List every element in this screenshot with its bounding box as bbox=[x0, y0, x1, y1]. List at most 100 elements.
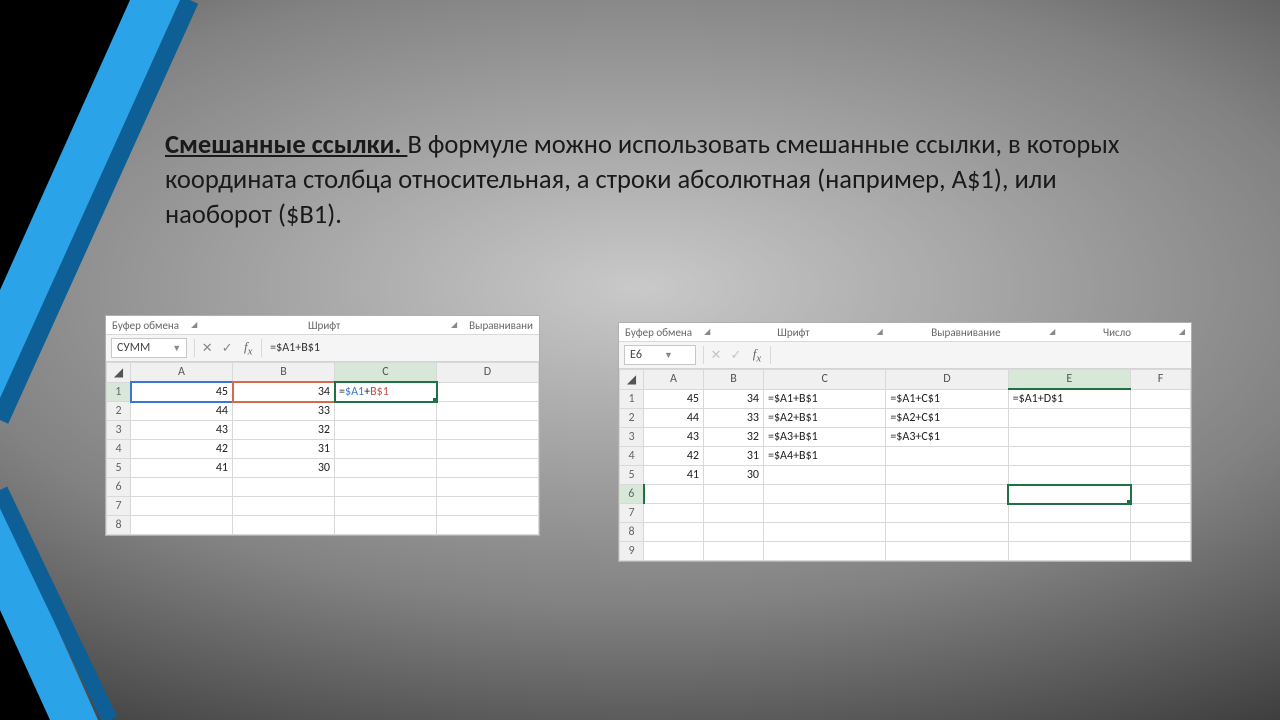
cell[interactable] bbox=[644, 485, 704, 504]
col-header-e[interactable]: E bbox=[1008, 370, 1130, 390]
cell[interactable]: =$A2+C$1 bbox=[886, 409, 1008, 428]
cell[interactable] bbox=[335, 497, 437, 516]
cell[interactable] bbox=[1008, 504, 1130, 523]
cell[interactable] bbox=[437, 478, 539, 497]
cell[interactable]: =$A1+D$1 bbox=[1008, 389, 1130, 409]
cell[interactable] bbox=[1008, 428, 1130, 447]
cell[interactable] bbox=[335, 459, 437, 478]
formula-content[interactable]: =$A1+B$1 bbox=[264, 341, 539, 355]
cell[interactable]: 43 bbox=[131, 421, 233, 440]
col-header-f[interactable]: F bbox=[1131, 370, 1191, 390]
row-header[interactable]: 5 bbox=[620, 466, 644, 485]
row-header[interactable]: 6 bbox=[107, 478, 131, 497]
row-header[interactable]: 8 bbox=[620, 523, 644, 542]
row-header[interactable]: 8 bbox=[107, 516, 131, 535]
col-header-a[interactable]: A bbox=[131, 363, 233, 383]
cell[interactable] bbox=[764, 466, 886, 485]
cell[interactable] bbox=[437, 497, 539, 516]
cell[interactable]: 42 bbox=[131, 440, 233, 459]
cell[interactable] bbox=[335, 440, 437, 459]
cell[interactable] bbox=[704, 542, 764, 561]
cell[interactable]: 34 bbox=[233, 382, 335, 402]
cell[interactable] bbox=[1131, 504, 1191, 523]
cell-editing[interactable]: =$A1+B$1 bbox=[335, 382, 437, 402]
cell[interactable] bbox=[131, 516, 233, 535]
cell[interactable] bbox=[1131, 428, 1191, 447]
spreadsheet-grid[interactable]: ◢ A B C D E F 14534=$A1+B$1=$A1+C$1=$A1+… bbox=[619, 369, 1191, 561]
row-header[interactable]: 1 bbox=[107, 382, 131, 402]
cancel-icon[interactable]: ✕ bbox=[197, 341, 217, 356]
cell[interactable] bbox=[1131, 389, 1191, 409]
cell[interactable]: 32 bbox=[704, 428, 764, 447]
cell[interactable] bbox=[1008, 447, 1130, 466]
cell[interactable] bbox=[1131, 409, 1191, 428]
dropdown-icon[interactable]: ▼ bbox=[172, 343, 181, 354]
cell[interactable]: 33 bbox=[233, 402, 335, 421]
col-header-d[interactable]: D bbox=[886, 370, 1008, 390]
spreadsheet-grid[interactable]: ◢ A B C D 1 45 34 =$A1+B$1 24433 34332 4… bbox=[106, 362, 539, 535]
row-header[interactable]: 7 bbox=[620, 504, 644, 523]
row-header[interactable]: 9 bbox=[620, 542, 644, 561]
row-header[interactable]: 2 bbox=[620, 409, 644, 428]
cell[interactable]: =$A4+B$1 bbox=[764, 447, 886, 466]
cell[interactable] bbox=[1008, 523, 1130, 542]
cell[interactable] bbox=[764, 504, 886, 523]
cell[interactable]: 31 bbox=[233, 440, 335, 459]
cell[interactable] bbox=[886, 466, 1008, 485]
row-header[interactable]: 1 bbox=[620, 389, 644, 409]
cell[interactable]: 43 bbox=[644, 428, 704, 447]
cell[interactable]: 41 bbox=[131, 459, 233, 478]
row-header[interactable]: 3 bbox=[620, 428, 644, 447]
cell[interactable]: =$A2+B$1 bbox=[764, 409, 886, 428]
cell[interactable] bbox=[644, 504, 704, 523]
cell[interactable] bbox=[1008, 542, 1130, 561]
cell[interactable]: 42 bbox=[644, 447, 704, 466]
cell[interactable] bbox=[1008, 466, 1130, 485]
col-header-a[interactable]: A bbox=[644, 370, 704, 390]
fx-icon[interactable]: fx bbox=[746, 346, 768, 365]
cell[interactable] bbox=[704, 504, 764, 523]
cell[interactable] bbox=[764, 485, 886, 504]
cell[interactable] bbox=[335, 516, 437, 535]
cell[interactable]: =$A3+C$1 bbox=[886, 428, 1008, 447]
cell[interactable] bbox=[437, 402, 539, 421]
cell[interactable] bbox=[1131, 466, 1191, 485]
cell[interactable]: =$A1+C$1 bbox=[886, 389, 1008, 409]
cell[interactable] bbox=[644, 523, 704, 542]
cell[interactable] bbox=[437, 382, 539, 402]
col-header-d[interactable]: D bbox=[437, 363, 539, 383]
cell[interactable] bbox=[1008, 409, 1130, 428]
col-header-c[interactable]: C bbox=[764, 370, 886, 390]
cell[interactable]: 44 bbox=[131, 402, 233, 421]
cell[interactable]: 30 bbox=[704, 466, 764, 485]
row-header[interactable]: 3 bbox=[107, 421, 131, 440]
cell[interactable]: =$A1+B$1 bbox=[764, 389, 886, 409]
cell[interactable] bbox=[335, 402, 437, 421]
cell[interactable] bbox=[233, 478, 335, 497]
cell[interactable] bbox=[335, 478, 437, 497]
cell[interactable]: 45 bbox=[644, 389, 704, 409]
cell[interactable] bbox=[335, 421, 437, 440]
col-header-b[interactable]: B bbox=[233, 363, 335, 383]
cell[interactable] bbox=[233, 516, 335, 535]
row-header[interactable]: 7 bbox=[107, 497, 131, 516]
cell[interactable] bbox=[1131, 485, 1191, 504]
cell[interactable] bbox=[886, 542, 1008, 561]
cell[interactable] bbox=[437, 459, 539, 478]
cell[interactable] bbox=[437, 421, 539, 440]
cell[interactable] bbox=[644, 542, 704, 561]
cell[interactable]: 34 bbox=[704, 389, 764, 409]
cell[interactable]: 41 bbox=[644, 466, 704, 485]
cell[interactable] bbox=[886, 447, 1008, 466]
row-header[interactable]: 6 bbox=[620, 485, 644, 504]
dropdown-icon[interactable]: ▼ bbox=[664, 350, 673, 361]
cell[interactable] bbox=[704, 523, 764, 542]
cell[interactable]: =$A3+B$1 bbox=[764, 428, 886, 447]
select-all-corner[interactable]: ◢ bbox=[107, 363, 131, 383]
select-all-corner[interactable]: ◢ bbox=[620, 370, 644, 390]
cell[interactable] bbox=[886, 485, 1008, 504]
cell[interactable] bbox=[764, 523, 886, 542]
name-box[interactable]: СУММ▼ bbox=[111, 338, 187, 358]
enter-icon[interactable]: ✓ bbox=[217, 341, 237, 356]
name-box[interactable]: E6▼ bbox=[624, 345, 696, 365]
